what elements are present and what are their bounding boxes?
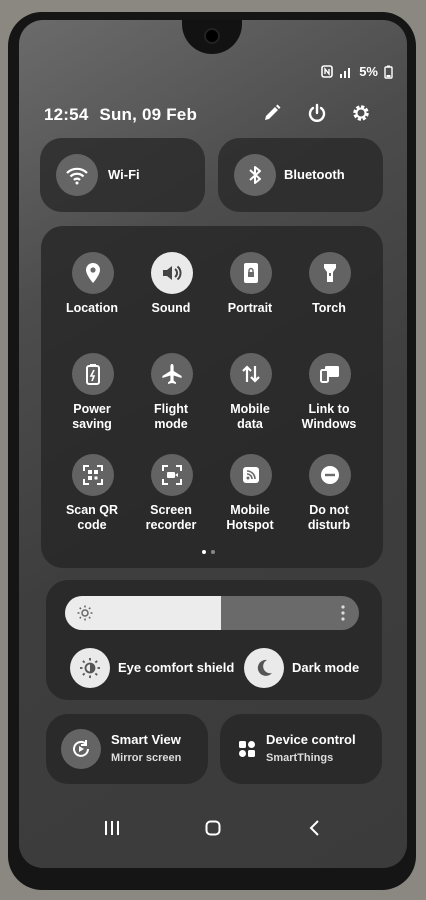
smart-view-tile[interactable]: Smart View Mirror screen xyxy=(46,714,208,784)
eye-comfort-label: Eye comfort shield xyxy=(118,660,235,675)
hotspot-icon xyxy=(230,454,272,496)
power-saving-icon xyxy=(72,353,114,395)
tile-do-not-disturb[interactable]: Do not disturb xyxy=(290,454,368,554)
dark-mode-toggle[interactable]: Dark mode xyxy=(244,648,374,688)
clock-date: 12:54 Sun, 09 Feb xyxy=(44,105,197,125)
power-icon xyxy=(308,103,326,122)
tile-label: Location xyxy=(65,301,119,315)
recent-apps-button[interactable] xyxy=(103,820,121,836)
tile-label: Link to Windows xyxy=(301,402,357,431)
quick-tiles-panel: Location Sound Portrait Torch Power savi… xyxy=(41,226,383,568)
bluetooth-toggle[interactable]: Bluetooth xyxy=(218,138,383,212)
edit-button[interactable] xyxy=(259,100,285,126)
tile-sound[interactable]: Sound xyxy=(132,252,210,352)
home-icon xyxy=(205,820,221,836)
brightness-panel: Eye comfort shield Dark mode xyxy=(46,580,382,700)
tile-label: Flight mode xyxy=(153,402,188,431)
tile-portrait[interactable]: Portrait xyxy=(211,252,289,352)
home-button[interactable] xyxy=(205,820,221,836)
tile-label: Screen recorder xyxy=(145,503,197,532)
quick-settings-screen: 5% 12:54 Sun, 09 Feb Wi-Fi Bluetooth Loc… xyxy=(19,20,407,868)
device-control-subtitle: SmartThings xyxy=(266,752,334,764)
bluetooth-icon xyxy=(234,154,276,196)
tile-label: Scan QR code xyxy=(65,503,119,532)
settings-button[interactable] xyxy=(348,100,374,126)
qr-icon xyxy=(72,454,114,496)
smart-view-title: Smart View xyxy=(111,732,181,747)
eye-comfort-icon xyxy=(70,648,110,688)
eye-comfort-toggle[interactable]: Eye comfort shield xyxy=(70,648,240,688)
tile-label: Sound xyxy=(151,301,191,315)
tile-screen-recorder[interactable]: Screen recorder xyxy=(132,454,210,554)
smart-view-subtitle: Mirror screen xyxy=(111,752,182,764)
power-button[interactable] xyxy=(304,100,330,126)
tile-label: Mobile data xyxy=(230,402,270,431)
dark-mode-label: Dark mode xyxy=(292,660,360,675)
tile-power-saving[interactable]: Power saving xyxy=(53,353,131,453)
tile-mobile-hotspot[interactable]: Mobile Hotspot xyxy=(211,454,289,554)
sun-icon xyxy=(77,605,93,621)
battery-percent: 5% xyxy=(359,64,378,79)
back-icon xyxy=(309,820,319,836)
torch-icon xyxy=(309,252,351,294)
edit-icon xyxy=(265,104,281,120)
dark-mode-icon xyxy=(244,648,284,688)
tile-label: Do not disturb xyxy=(307,503,351,532)
link-to-windows-icon xyxy=(309,353,351,395)
status-bar: 5% xyxy=(321,64,393,79)
date-label: Sun, 09 Feb xyxy=(99,105,198,124)
location-icon xyxy=(72,252,114,294)
tile-location[interactable]: Location xyxy=(53,252,131,352)
wifi-icon xyxy=(56,154,98,196)
clock-time: 12:54 xyxy=(44,105,89,124)
tile-link-to-windows[interactable]: Link to Windows xyxy=(290,353,368,453)
tile-label: Portrait xyxy=(227,301,273,315)
nfc-icon xyxy=(321,65,334,78)
do-not-disturb-icon xyxy=(309,454,351,496)
mobile-data-icon xyxy=(230,353,272,395)
signal-icon xyxy=(339,66,353,78)
smart-view-icon xyxy=(61,729,101,769)
tile-label: Torch xyxy=(312,301,346,315)
more-options-icon[interactable] xyxy=(341,605,345,621)
front-camera xyxy=(206,30,218,42)
bluetooth-label: Bluetooth xyxy=(284,167,345,182)
back-button[interactable] xyxy=(309,820,321,836)
airplane-icon xyxy=(151,353,193,395)
page-dot[interactable] xyxy=(211,550,215,554)
page-indicator xyxy=(202,550,215,554)
settings-icon xyxy=(353,105,369,121)
wifi-label: Wi-Fi xyxy=(108,167,140,182)
tile-torch[interactable]: Torch xyxy=(290,252,368,352)
tile-label: Power saving xyxy=(72,402,112,431)
device-control-title: Device control xyxy=(266,732,356,747)
device-control-tile[interactable]: Device control SmartThings xyxy=(220,714,382,784)
tile-label: Mobile Hotspot xyxy=(226,503,274,532)
screen-recorder-icon xyxy=(151,454,193,496)
tile-flight-mode[interactable]: Flight mode xyxy=(132,353,210,453)
portrait-lock-icon xyxy=(230,252,272,294)
device-control-icon xyxy=(238,740,256,758)
camera-notch xyxy=(182,20,242,54)
page-dot-active[interactable] xyxy=(202,550,206,554)
tile-mobile-data[interactable]: Mobile data xyxy=(211,353,289,453)
recent-apps-icon xyxy=(105,821,119,835)
tile-scan-qr[interactable]: Scan QR code xyxy=(53,454,131,554)
battery-icon xyxy=(384,65,393,79)
brightness-slider[interactable] xyxy=(65,596,359,630)
wifi-toggle[interactable]: Wi-Fi xyxy=(40,138,205,212)
sound-icon xyxy=(151,252,193,294)
